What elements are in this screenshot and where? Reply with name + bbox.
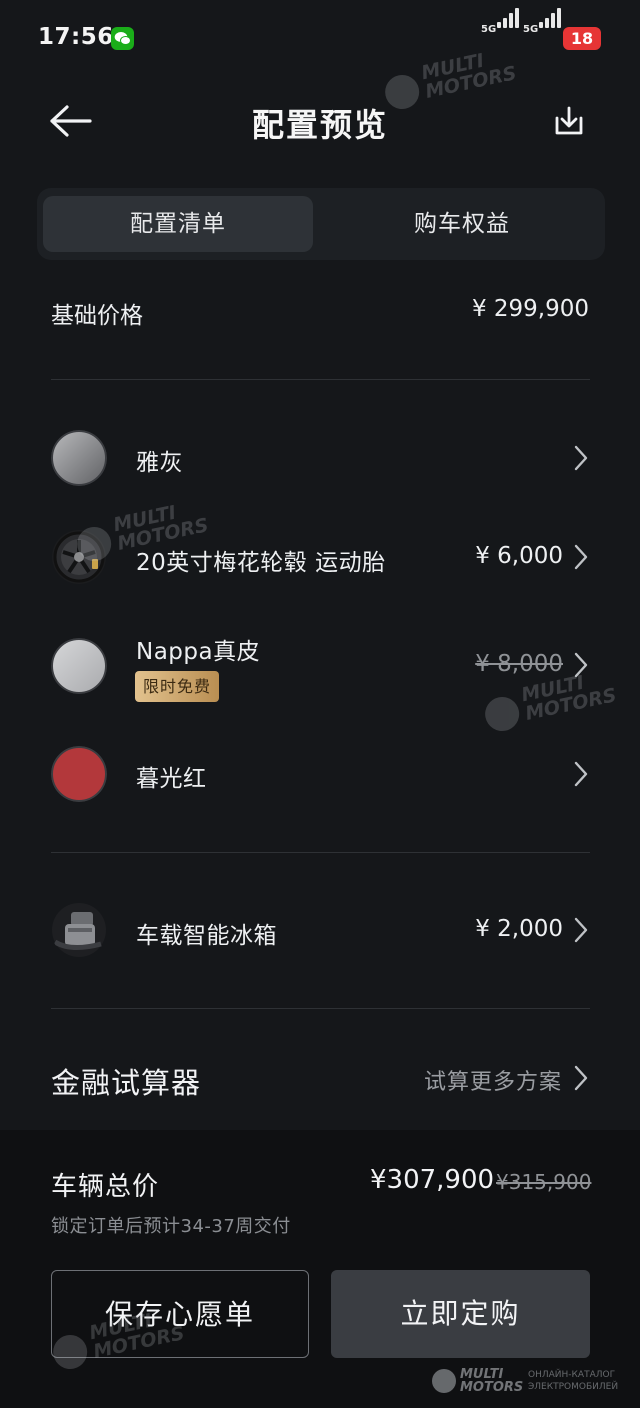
option-label-paint: 雅灰 (136, 450, 183, 476)
download-icon[interactable] (552, 104, 586, 138)
tab-purchase-benefits[interactable]: 购车权益 (327, 196, 597, 252)
status-time: 17:56 (38, 24, 114, 50)
original-price-value: ¥315,900 (496, 1170, 592, 1194)
signal-icon: 5G (523, 8, 567, 50)
tab-bar: 配置清单 购车权益 (37, 188, 605, 260)
base-price-value: ¥ 299,900 (471, 296, 589, 322)
red-interior-swatch-icon (51, 746, 107, 802)
chevron-right-icon[interactable] (573, 916, 589, 944)
delivery-estimate: 锁定订单后预计34-37周交付 (51, 1216, 291, 1237)
chevron-right-icon[interactable] (573, 1064, 589, 1092)
divider (51, 1008, 590, 1009)
gray-paint-swatch-icon (51, 430, 107, 486)
car-fridge-icon (51, 902, 107, 958)
finance-more-plans-link[interactable]: 试算更多方案 (424, 1064, 562, 1096)
total-price-label: 车辆总价 (51, 1172, 160, 1202)
tab-config-list[interactable]: 配置清单 (43, 196, 313, 252)
order-now-button[interactable]: 立即定购 (331, 1270, 590, 1358)
watermark-logo: MULTI MOTORS (481, 666, 628, 740)
battery-level: 18 (570, 29, 594, 48)
footer-brand-logo: MULTI MOTORS ОНЛАЙН-КАТАЛОГ ЭЛЕКТРОМОБИЛ… (432, 1367, 636, 1397)
accessory-label: 车载智能冰箱 (136, 923, 277, 949)
option-price-leather: ¥ 8,000 (475, 651, 563, 677)
status-bar: 17:56 5G 5G 18 (0, 0, 640, 76)
divider (51, 852, 590, 853)
network-type-label: 5G (481, 24, 497, 35)
accessory-price: ¥ 2,000 (475, 916, 563, 942)
wechat-icon (111, 27, 134, 50)
total-price-value: ¥307,900 (370, 1165, 495, 1195)
page-title: 配置预览 (251, 106, 388, 144)
chevron-right-icon[interactable] (573, 444, 589, 472)
option-label-interior: 暮光红 (136, 766, 207, 792)
promo-badge: 限时免费 (135, 671, 220, 702)
base-price-label: 基础价格 (51, 303, 143, 329)
option-price-wheels: ¥ 6,000 (475, 543, 563, 569)
divider (51, 379, 590, 380)
chevron-right-icon[interactable] (573, 760, 589, 788)
network-type-label: 5G (523, 24, 539, 35)
battery-icon: 18 (563, 27, 601, 50)
option-label-leather: Nappa真皮 (136, 639, 261, 665)
chevron-right-icon[interactable] (573, 543, 589, 571)
silver-leather-swatch-icon (51, 638, 107, 694)
finance-calculator-label: 金融试算器 (51, 1066, 202, 1100)
